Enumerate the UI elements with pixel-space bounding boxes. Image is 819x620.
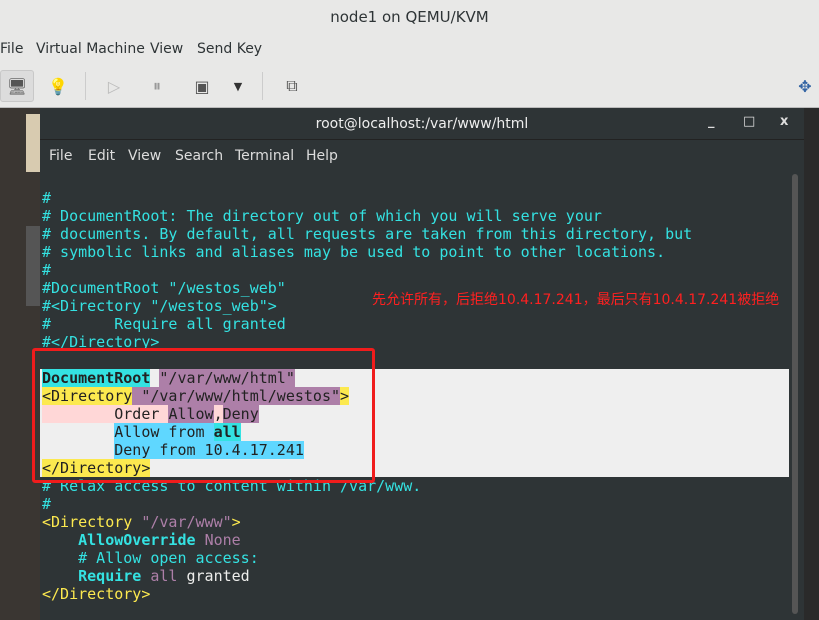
code-line: Require all granted [42, 567, 692, 585]
terminal-menubar: File Edit View Search Terminal Help [40, 141, 804, 171]
vm-toolbar: 🖥 💡 ▷ ⏸ ▣ ▼ ⧉ ✥ [0, 64, 819, 108]
menu-virtual-machine[interactable]: Virtual Machine [36, 41, 145, 57]
terminal-title: root@localhost:/var/www/html [40, 108, 804, 140]
toolbar-separator [85, 72, 86, 100]
code-line: # [42, 261, 692, 279]
minimize-button[interactable]: _ [708, 114, 715, 129]
code-token: # [42, 189, 52, 207]
code-token: # Allow open access: [42, 549, 259, 567]
code-token: all [150, 567, 178, 585]
code-token: # documents. By default, all requests ar… [42, 225, 693, 243]
code-token: # [42, 495, 52, 513]
terminal-menu-edit[interactable]: Edit [88, 148, 115, 164]
monitor-icon[interactable]: 🖥 [0, 70, 34, 102]
code-token: <Directory [42, 513, 142, 531]
code-token: #<Directory "/westos_web"> [42, 297, 277, 315]
vm-menubar: File Virtual Machine View Send Key [0, 34, 819, 64]
terminal-menu-terminal[interactable]: Terminal [235, 148, 294, 164]
pause-icon[interactable]: ⏸ [143, 70, 171, 102]
terminal-menu-help[interactable]: Help [306, 148, 338, 164]
code-token: #DocumentRoot "/westos_web" [42, 279, 286, 297]
dropdown-icon[interactable]: ▼ [228, 70, 248, 102]
code-line: AllowOverride None [42, 531, 692, 549]
window-title: node1 on QEMU/KVM [0, 0, 819, 34]
code-line: </Directory> [42, 585, 692, 603]
code-line: # [42, 189, 692, 207]
play-icon[interactable]: ▷ [100, 70, 128, 102]
code-token: > [231, 513, 241, 531]
annotation-text: 先允许所有，后拒绝10.4.17.241，最后只有10.4.17.241被拒绝 [372, 292, 780, 308]
menu-view[interactable]: View [150, 41, 183, 57]
code-token: </Directory> [42, 585, 151, 603]
code-line: # Require all granted [42, 315, 692, 333]
code-token: granted [177, 567, 250, 585]
menu-send-key[interactable]: Send Key [197, 41, 262, 57]
folder-icon [26, 114, 40, 172]
code-token: # Require all granted [42, 315, 286, 333]
lightbulb-icon[interactable]: 💡 [44, 70, 72, 102]
code-line: # [42, 495, 692, 513]
menu-file[interactable]: File [0, 41, 23, 57]
terminal-menu-search[interactable]: Search [175, 148, 223, 164]
code-line: # documents. By default, all requests ar… [42, 225, 692, 243]
code-token: Require [78, 567, 142, 585]
code-token: # symbolic links and aliases may be used… [42, 243, 666, 261]
code-token: None [204, 531, 241, 549]
code-line: # symbolic links and aliases may be used… [42, 243, 692, 261]
scrollbar[interactable] [792, 174, 798, 614]
code-token: "/var/www" [141, 513, 232, 531]
resize-icon[interactable]: ✥ [793, 70, 817, 102]
terminal-menu-file[interactable]: File [49, 148, 72, 164]
code-line: <Directory "/var/www"> [42, 513, 692, 531]
code-token: # [42, 261, 52, 279]
code-line: # DocumentRoot: The directory out of whi… [42, 207, 692, 225]
maximize-button[interactable]: □ [743, 114, 755, 129]
code-token: # DocumentRoot: The directory out of whi… [42, 207, 602, 225]
power-icon[interactable]: ▣ [188, 70, 216, 102]
close-button[interactable]: x [780, 114, 788, 129]
snapshot-icon[interactable]: ⧉ [278, 70, 306, 102]
code-line: # Allow open access: [42, 549, 692, 567]
code-token: AllowOverride [78, 531, 196, 549]
terminal-menu-view[interactable]: View [128, 148, 161, 164]
trash-icon [26, 226, 40, 306]
annotation-box [32, 348, 375, 483]
toolbar-separator [262, 72, 263, 100]
